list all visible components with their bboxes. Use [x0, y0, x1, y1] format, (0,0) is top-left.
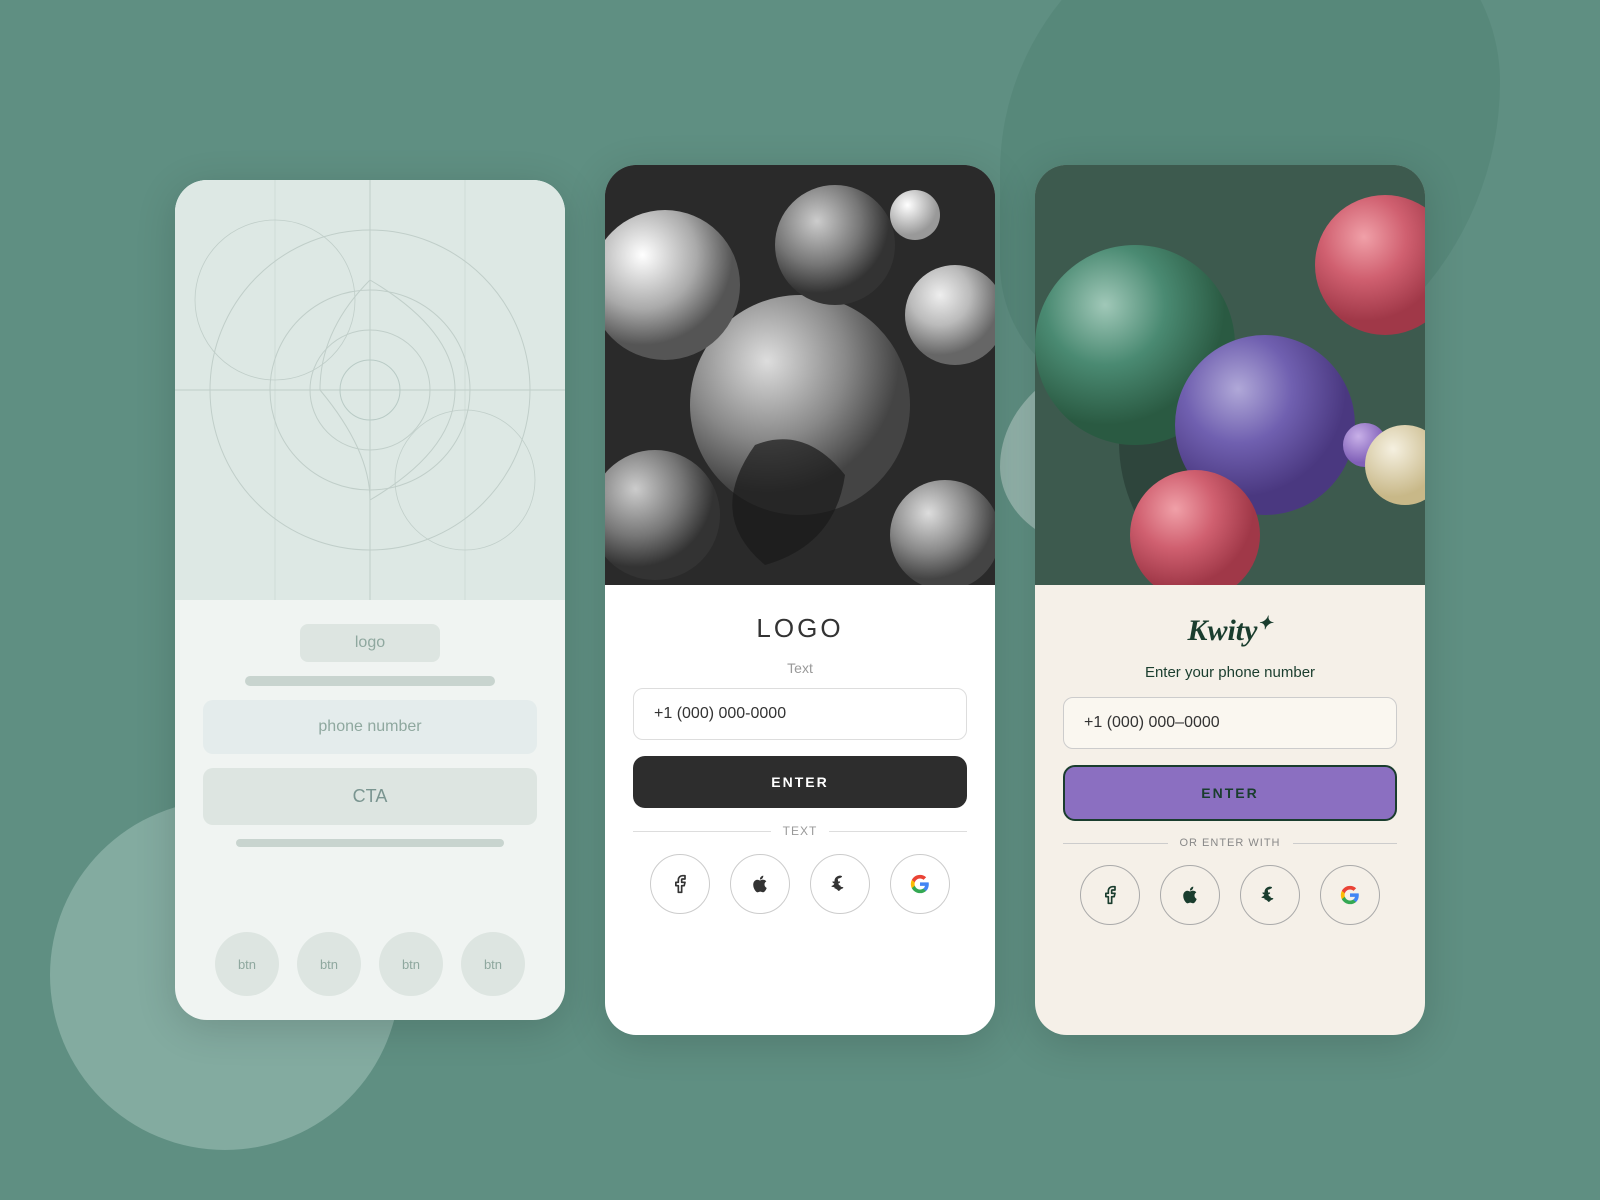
card-wireframe: logo phone number CTA btn btn btn [175, 180, 565, 1020]
wireframe-bottom-bar [236, 839, 503, 847]
grayscale-social-row [633, 854, 967, 914]
wireframe-text-bar [245, 676, 496, 686]
wireframe-content: logo phone number CTA btn btn btn [175, 600, 565, 1020]
wireframe-btn-4[interactable]: btn [461, 932, 525, 996]
wireframe-phone-input[interactable]: phone number [203, 700, 537, 754]
apple-button[interactable] [730, 854, 790, 914]
colored-phone-input[interactable]: +1 (000) 000–0000 [1063, 697, 1397, 749]
col-google-button[interactable] [1320, 865, 1380, 925]
colored-content: Kwity✦ Enter your phone number +1 (000) … [1035, 585, 1425, 1035]
col-divider-line-left [1063, 843, 1168, 844]
wireframe-btn-1[interactable]: btn [215, 932, 279, 996]
wireframe-btn-3[interactable]: btn [379, 932, 443, 996]
card-colored: Kwity✦ Enter your phone number +1 (000) … [1035, 165, 1425, 1035]
col-apple-button[interactable] [1160, 865, 1220, 925]
card-grayscale: LOGO Text +1 (000) 000-0000 ENTER TEXT [605, 165, 995, 1035]
colored-enter-button[interactable]: ENTER [1063, 765, 1397, 821]
divider-line-right [829, 831, 967, 832]
col-divider-line-right [1293, 843, 1398, 844]
colored-phone-label: Enter your phone number [1063, 664, 1397, 681]
wireframe-social-buttons: btn btn btn btn [203, 932, 537, 996]
divider-line-left [633, 831, 771, 832]
grayscale-image [605, 165, 995, 585]
grayscale-phone-input[interactable]: +1 (000) 000-0000 [633, 688, 967, 740]
colored-divider: OR ENTER WITH [1063, 837, 1397, 849]
snapchat-button[interactable] [810, 854, 870, 914]
grayscale-logo: LOGO [633, 613, 967, 644]
grayscale-enter-button[interactable]: ENTER [633, 756, 967, 808]
col-facebook-button[interactable] [1080, 865, 1140, 925]
wireframe-image [175, 180, 565, 600]
grayscale-content: LOGO Text +1 (000) 000-0000 ENTER TEXT [605, 585, 995, 1035]
wireframe-btn-2[interactable]: btn [297, 932, 361, 996]
colored-image [1035, 165, 1425, 585]
colored-social-row [1063, 865, 1397, 925]
wireframe-cta-button[interactable]: CTA [203, 768, 537, 825]
grayscale-text-label: Text [633, 660, 967, 676]
cards-container: logo phone number CTA btn btn btn [175, 165, 1425, 1035]
col-snapchat-button[interactable] [1240, 865, 1300, 925]
facebook-button[interactable] [650, 854, 710, 914]
wireframe-logo: logo [300, 624, 440, 662]
kwity-logo: Kwity✦ [1063, 613, 1397, 648]
google-button[interactable] [890, 854, 950, 914]
grayscale-divider: TEXT [633, 824, 967, 838]
